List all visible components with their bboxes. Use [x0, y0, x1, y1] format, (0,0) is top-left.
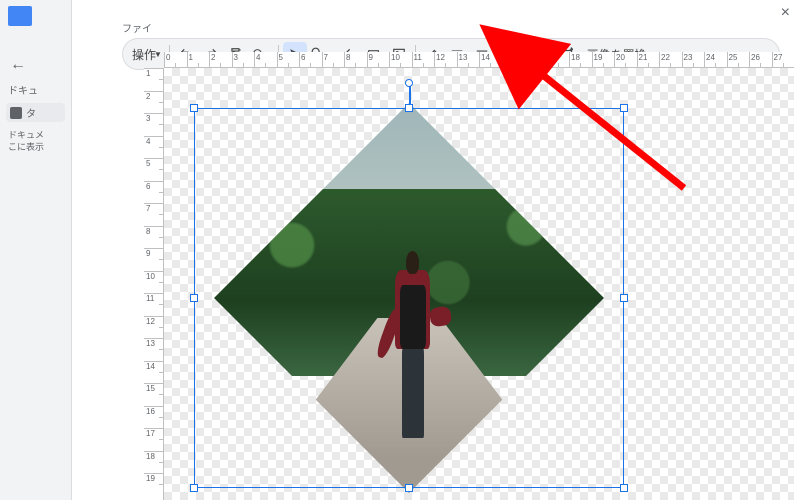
rotation-handle[interactable]: [405, 79, 413, 87]
tab-icon: [10, 107, 22, 119]
sidebar-item-tab[interactable]: タ: [6, 103, 65, 122]
rotation-stem: [409, 85, 411, 105]
horizontal-ruler: 0123456789101112131415161718192021222324…: [164, 52, 794, 68]
sidebar-item-label: タ: [26, 105, 36, 120]
close-icon[interactable]: ×: [781, 4, 790, 22]
file-menu[interactable]: ファイ: [72, 20, 800, 34]
resize-handle-bl[interactable]: [190, 484, 198, 492]
resize-handle-tr[interactable]: [620, 104, 628, 112]
sidebar-section-label: ドキュ: [8, 82, 63, 97]
vertical-ruler: 12345678910111213141516171819: [144, 68, 164, 500]
resize-handle-ml[interactable]: [190, 294, 198, 302]
resize-handle-mr[interactable]: [620, 294, 628, 302]
sidebar-note: ドキュメ こに表示: [8, 130, 63, 153]
resize-handle-bm[interactable]: [405, 484, 413, 492]
left-sidebar: ← ドキュ タ ドキュメ こに表示: [0, 0, 72, 500]
resize-handle-tm[interactable]: [405, 104, 413, 112]
resize-handle-br[interactable]: [620, 484, 628, 492]
back-button[interactable]: ←: [10, 56, 67, 74]
drawing-editor: ファイ × 操作▼ ▼ ▼ ▼ あ▼ ▼ 画像を置換▼ 012345678910…: [72, 0, 800, 500]
dialog-title: [72, 0, 800, 20]
doc-thumbnail[interactable]: [8, 6, 32, 26]
drawing-canvas[interactable]: [164, 68, 794, 500]
selection-box[interactable]: [194, 108, 624, 488]
resize-handle-tl[interactable]: [190, 104, 198, 112]
canvas-area: 0123456789101112131415161718192021222324…: [144, 52, 800, 500]
